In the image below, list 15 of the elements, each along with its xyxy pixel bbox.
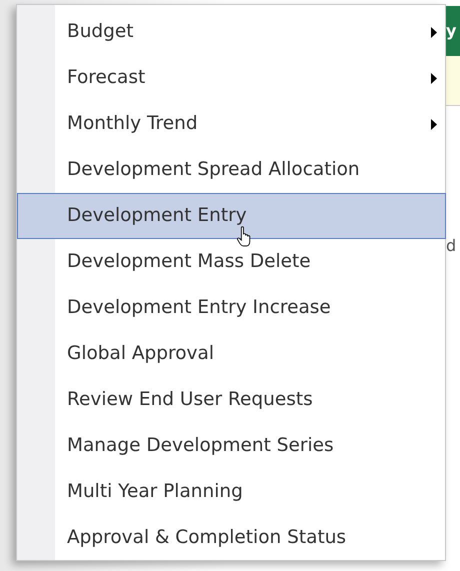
menu-item[interactable]: Development Entry [17,193,446,239]
menu-item[interactable]: Multi Year Planning [17,469,446,515]
menu-item[interactable]: Manage Development Series [17,423,446,469]
menu-item[interactable]: Monthly Trend [17,101,446,147]
menu-item[interactable]: Development Entry Increase [17,285,446,331]
menu-item[interactable]: Budget [17,9,446,55]
panel-text: d [446,236,456,255]
header-text: y [446,21,456,40]
menu-item[interactable]: Global Approval [17,331,446,377]
menu-item[interactable]: Review End User Requests [17,377,446,423]
menu-item[interactable]: Approval & Completion Status [17,515,446,561]
menu-item[interactable]: Forecast [17,55,446,101]
menu-item[interactable]: Development Spread Allocation [17,147,446,193]
menu-item[interactable]: Development Mass Delete [17,239,446,285]
hand-cursor-icon [236,226,253,247]
